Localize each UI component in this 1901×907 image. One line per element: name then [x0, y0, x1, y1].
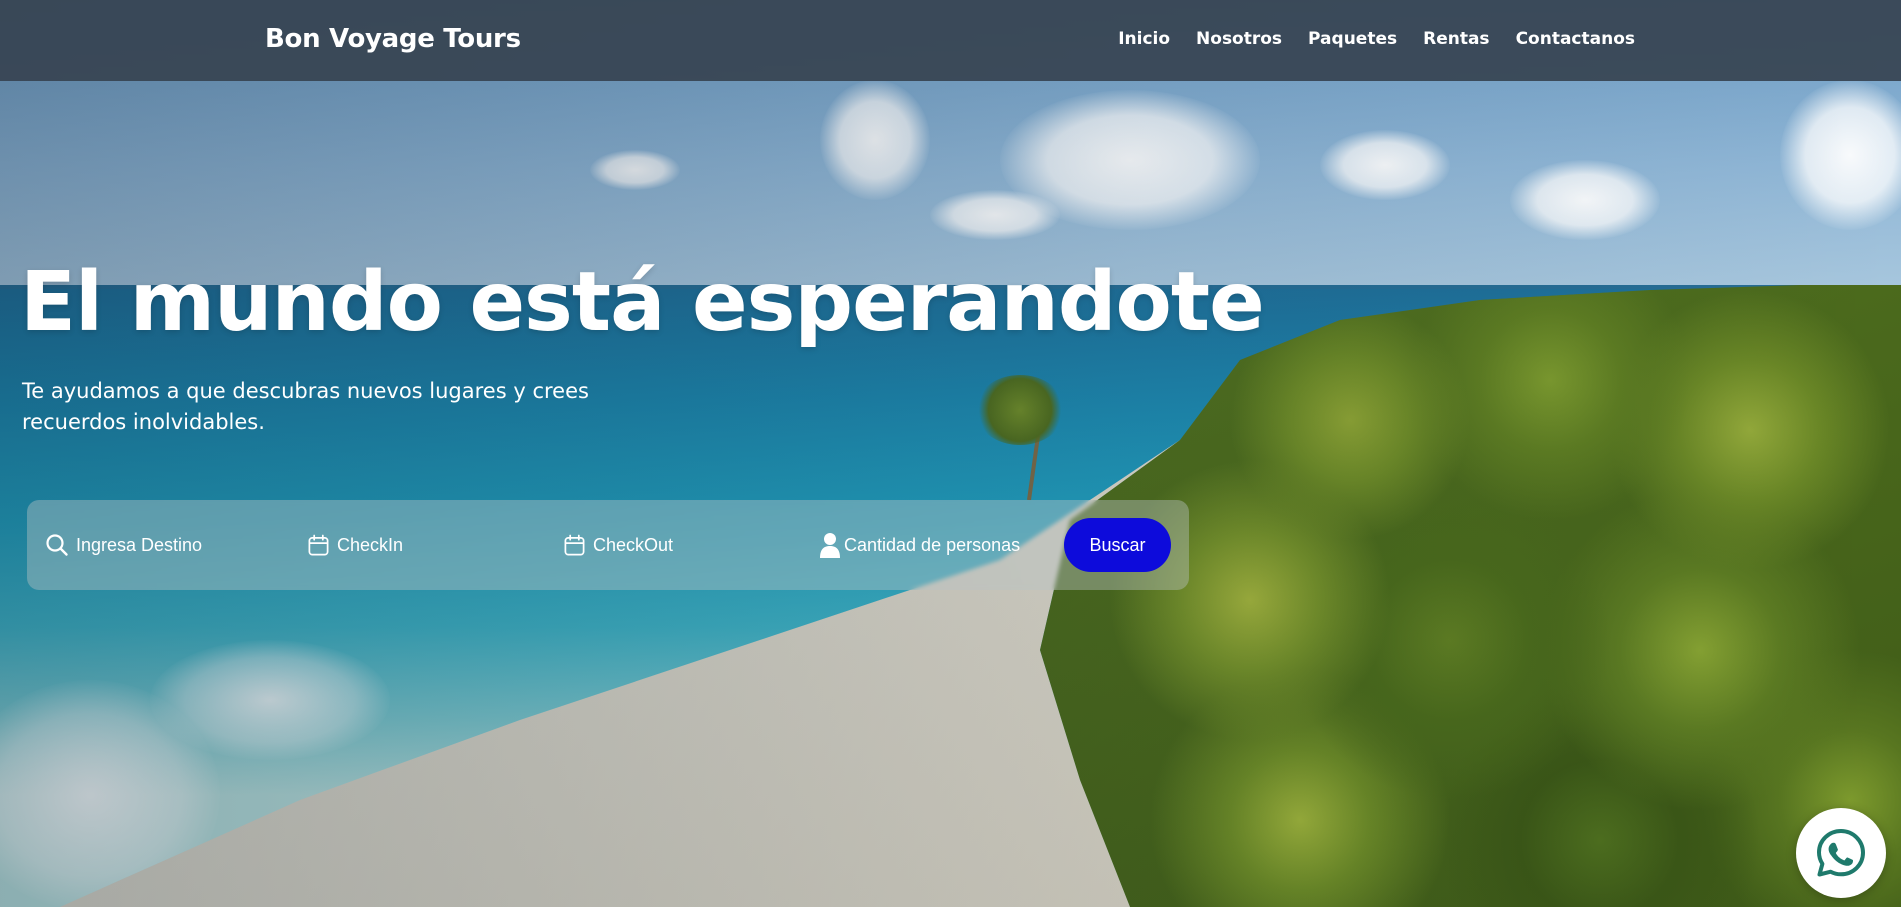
nav-link-paquetes[interactable]: Paquetes — [1308, 29, 1397, 49]
hero-background-image — [0, 0, 1901, 907]
checkout-placeholder: CheckOut — [593, 534, 674, 555]
person-icon — [820, 533, 840, 558]
hero-subtitle: Te ayudamos a que descubras nuevos lugar… — [22, 379, 589, 434]
search-bar: Ingresa Destino CheckIn CheckOut Cantida… — [27, 500, 1189, 590]
guests-field[interactable]: Cantidad de personas — [819, 528, 1089, 562]
destination-placeholder: Ingresa Destino — [76, 534, 203, 555]
whatsapp-button[interactable] — [1796, 808, 1886, 898]
hero-overlay — [0, 0, 1901, 907]
calendar-icon — [564, 534, 585, 555]
destination-field[interactable]: Ingresa Destino — [45, 528, 275, 562]
checkin-field[interactable]: CheckIn — [307, 528, 527, 562]
calendar-icon — [308, 534, 329, 555]
nav-link-inicio[interactable]: Inicio — [1118, 29, 1170, 49]
checkin-placeholder: CheckIn — [337, 534, 404, 555]
landing-page: Bon Voyage Tours Inicio Nosotros Paquete… — [0, 0, 1901, 907]
nav-links: Inicio Nosotros Paquetes Rentas Contacta… — [1118, 29, 1635, 49]
nav-link-contactanos[interactable]: Contactanos — [1516, 29, 1635, 49]
search-icon — [46, 534, 68, 556]
checkout-field[interactable]: CheckOut — [563, 528, 783, 562]
nav-link-rentas[interactable]: Rentas — [1423, 29, 1489, 49]
nav-link-nosotros[interactable]: Nosotros — [1196, 29, 1282, 49]
hero-title: El mundo está esperandote — [20, 255, 1265, 350]
guests-placeholder: Cantidad de personas — [844, 534, 1021, 555]
search-button[interactable]: Buscar — [1064, 518, 1171, 572]
brand-logo[interactable]: Bon Voyage Tours — [265, 24, 521, 54]
navbar: Bon Voyage Tours Inicio Nosotros Paquete… — [0, 0, 1901, 81]
whatsapp-icon — [1817, 829, 1865, 877]
